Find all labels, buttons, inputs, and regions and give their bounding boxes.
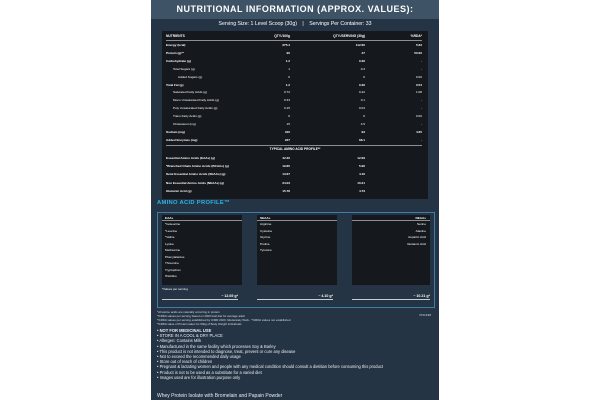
nutrient-row: Added Enzymes (mg) 227 68.1-	[166, 137, 424, 143]
rda-percent: -	[420, 66, 422, 71]
footnote-line: *%RDA value of Protein taken for 60kg of…	[157, 322, 242, 326]
nutrient-row: Trans Fatty Acids (g) 0 0 0.00	[166, 113, 424, 119]
nutrient-row: Mono Unsaturated Fatty Acids (g) 0.33 0.1-	[166, 97, 424, 103]
profile-row: Semi Essential Amino Acids (SEAAs) (g) 13…	[166, 171, 424, 177]
rda-percent: 0.00	[415, 74, 422, 79]
product-description: Whey Protein Isolate with Bromelain and …	[157, 393, 283, 399]
profile-row: Essential Amino Acids (EAAs) (g) 42.30 12.…	[166, 155, 424, 161]
eaas-item: Histidine	[165, 274, 177, 278]
column-header-rda: %RDA*	[410, 34, 422, 38]
eaas-column: EAAs *Isoleucine *Leucine *Valine Lysine Met…	[162, 215, 242, 285]
profile-qty-per-serving: 5.96	[358, 164, 365, 169]
rda-percent: 4.65	[415, 129, 422, 134]
column-header-nutrients: NUTRIENTS	[166, 34, 185, 38]
serving-separator: |	[302, 21, 304, 27]
footnotes: *All amino acids are naturally occurring…	[157, 310, 433, 326]
column-header-qty-serving: QTY./SERVING (30g)	[333, 34, 365, 38]
profile-divider	[166, 145, 422, 146]
nutrition-header: NUTRITIONAL INFORMATION (APPROX. VALUES)…	[151, 0, 439, 19]
bullet-item: • Images used are for illustration purpo…	[157, 374, 241, 380]
batch-code: PNCF38	[419, 313, 431, 317]
nutrient-row: Total Fat (g) 1.2 0.36 0.54	[166, 82, 424, 88]
seaas-item: Tyrosine	[260, 248, 272, 252]
neaas-column: NEAAs Serine Alanine Aspartic Acid Glutamic…	[352, 215, 430, 285]
column-header-qty-100g: QTY./100g	[274, 34, 290, 38]
nutrient-row: Poly Unsaturated Fatty Acids (g) 0.15 0.04…	[166, 105, 424, 111]
nutrition-label-panel: NUTRITIONAL INFORMATION (APPROX. VALUES)…	[151, 0, 439, 400]
eaas-total: ~ 12.69 g*	[162, 293, 238, 300]
rda-percent: -	[420, 58, 422, 63]
nutrient-row: Sodium (mg) 310 93 4.65	[166, 129, 424, 135]
profile-qty-per-serving: 4.10	[358, 172, 365, 177]
amino-footnote: *Values per serving	[162, 287, 188, 291]
amino-acid-profile-title: AMINO ACID PROFILE™	[157, 200, 231, 206]
nutrient-row: Saturated Fatty Acids (g) 0.72 0.22 1.08	[166, 89, 424, 95]
rda-percent: 0.00	[415, 114, 422, 119]
neaas-item: Glutamic Acid	[407, 241, 426, 246]
rda-percent: -	[420, 98, 422, 103]
nutrient-row: Energy (kcal) 375.4 112.60 5.63	[166, 42, 424, 48]
usage-bullets: • NOT FOR MEDICINAL USE • STORE IN A COO…	[157, 328, 435, 380]
profile-row: Glutamic Acid (g) 15.78 4.73	[166, 188, 424, 194]
profile-qty-per-serving: 12.69	[357, 156, 365, 160]
nutrient-row: Total Sugars (g) 1 0.3-	[166, 66, 424, 72]
nutrient-row: Added Sugars (g) 0 0 0.00	[166, 74, 424, 80]
nutrient-row: Cholesterol (mg) 15 4.5-	[166, 121, 424, 127]
rda-percent: 50.00	[414, 50, 422, 55]
rda-percent: -	[420, 137, 422, 142]
rda-percent: -	[420, 122, 422, 126]
seaas-total: ~ 4.10 g*	[257, 293, 333, 300]
neaas-total: ~ 10.21 g*	[352, 293, 430, 300]
header-divider	[166, 40, 422, 41]
rda-percent: -	[420, 106, 422, 111]
nutrient-row: Protein (g)** 90 27 50.00	[166, 50, 424, 56]
nutrition-table: NUTRIENTS QTY./100g QTY./SERVING (30g) %…	[162, 31, 428, 199]
nutrition-table-header: NUTRIENTS QTY./100g QTY./SERVING (30g) %…	[166, 33, 424, 40]
amino-acid-profile-box: EAAs *Isoleucine *Leucine *Valine Lysine Met…	[157, 212, 435, 308]
servings-per-container: Servings Per Container: 33	[309, 21, 372, 27]
typical-profile-title: TYPICAL AMINO ACID PROFILE**	[269, 147, 321, 151]
profile-qty-per-serving: 10.21	[357, 180, 365, 185]
nutrient-row: Carbohydrate (g) 1.2 0.36-	[166, 58, 424, 64]
profile-row: Non Essential Amino Acids (NEAAs) (g) 34.…	[166, 180, 424, 186]
profile-qty-per-serving: 4.73	[358, 188, 365, 193]
serving-size: Serving Size: 1 Level Scoop (30g)	[218, 21, 297, 27]
serving-info: Serving Size: 1 Level Scoop (30g) | Serv…	[151, 19, 439, 30]
rda-percent: 0.54	[415, 82, 422, 87]
seaas-column: SEAAs Arginine Cysteine Glycine Proline Tyro…	[257, 215, 337, 285]
profile-row: *Branched Chain Amino Acids (BCAAs) (g) 1…	[166, 163, 424, 169]
rda-percent: 1.08	[415, 90, 422, 95]
rda-percent: 5.63	[415, 43, 422, 47]
